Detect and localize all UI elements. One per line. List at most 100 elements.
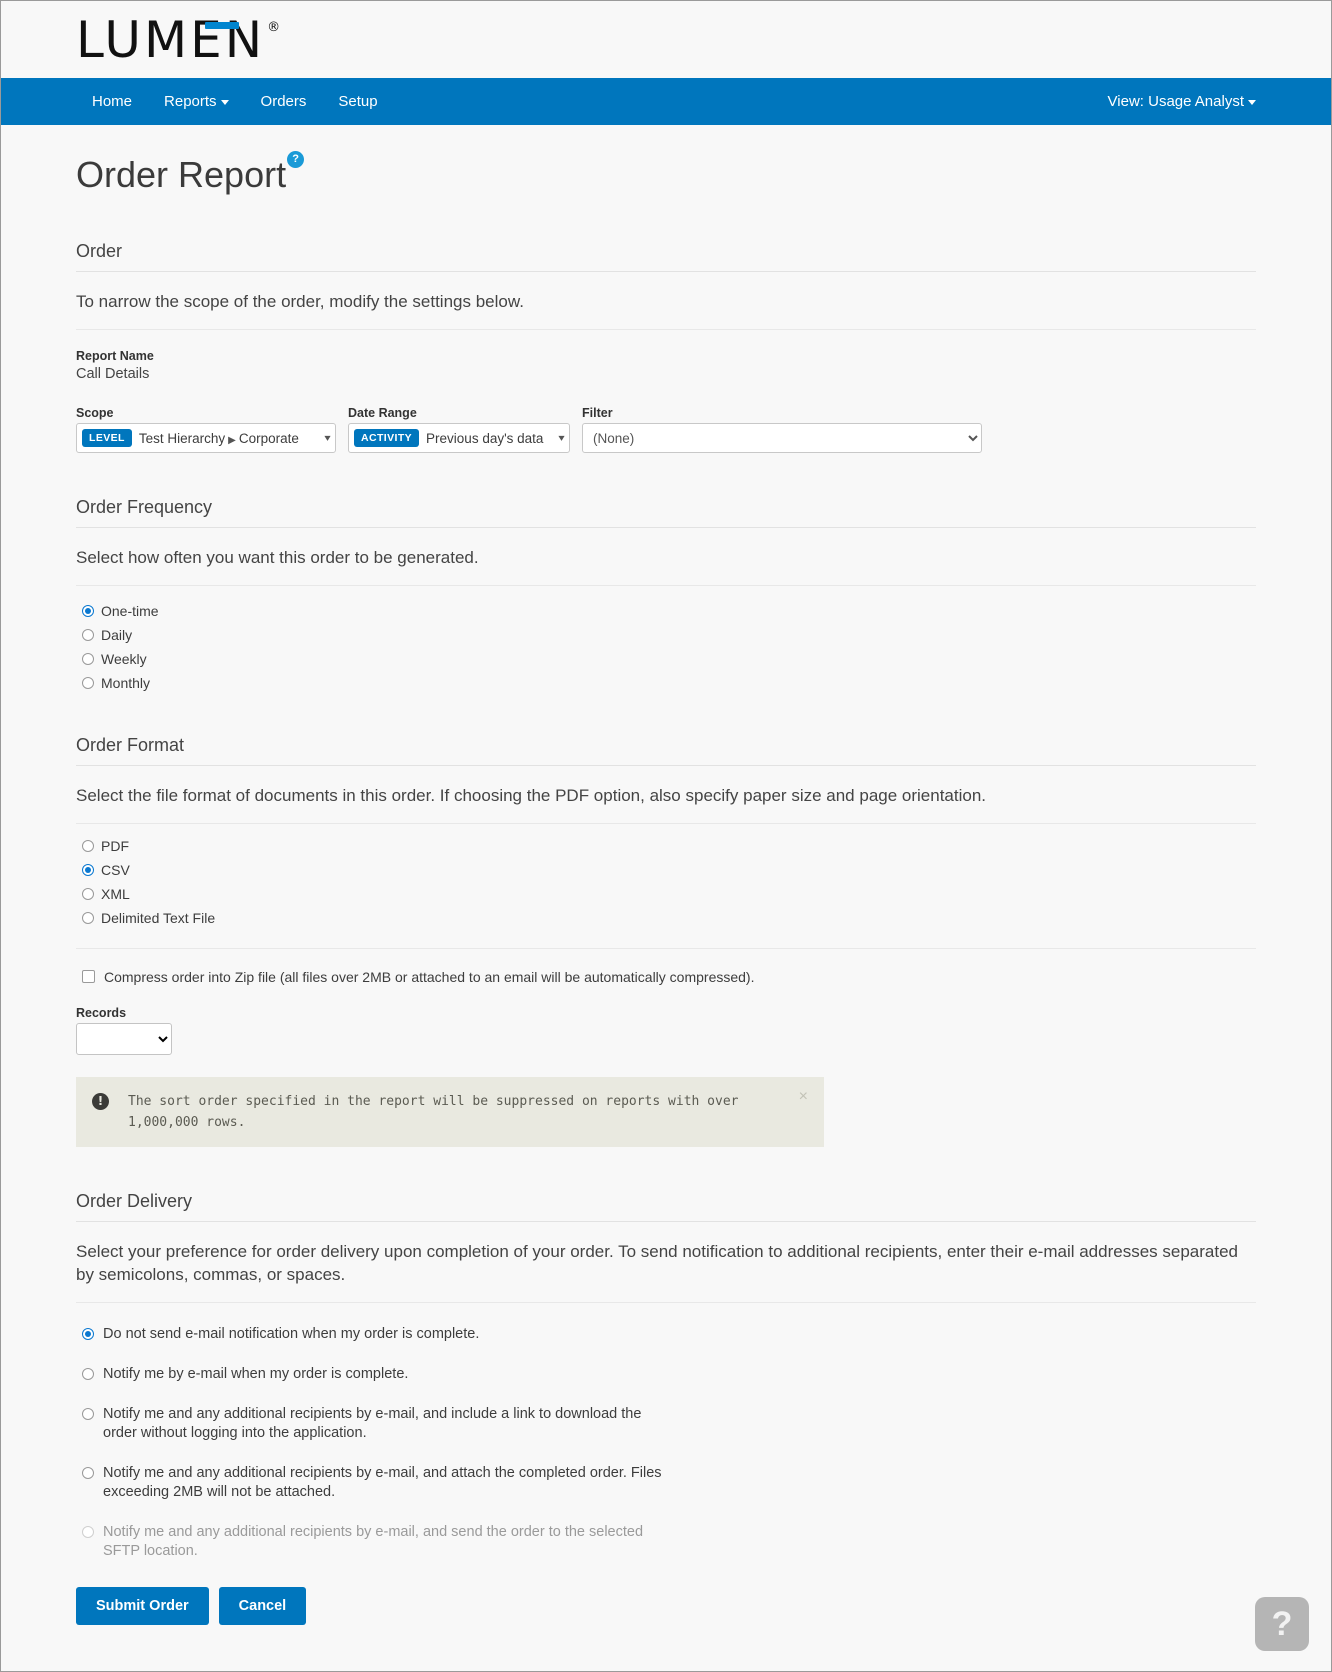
report-name-block: Report Name Call Details [76,349,1256,382]
nav-item-home[interactable]: Home [76,78,148,125]
format-option-xml[interactable]: XML [76,886,1256,902]
nav-item-setup[interactable]: Setup [322,78,393,125]
format-option-label: PDF [101,838,129,854]
lumen-logo[interactable]: LUMEN ® [76,14,280,66]
delivery-option-notify-with-attachment[interactable]: Notify me and any additional recipients … [76,1464,1256,1502]
nav-item-home-label: Home [92,93,133,110]
section-heading-frequency: Order Frequency [76,497,1256,528]
close-icon[interactable]: × [799,1089,808,1105]
help-icon[interactable]: ? [287,151,305,168]
page-content: Order Report? Order To narrow the scope … [1,125,1331,1655]
nav-item-orders-label: Orders [260,93,307,110]
radio-indicator[interactable] [82,1368,94,1380]
logo-text: LUMEN [76,10,266,69]
date-range-dropdown[interactable]: ACTIVITY Previous day's data ▾ [348,423,570,453]
filter-select[interactable]: (None) [582,423,982,453]
format-option-delimited-text[interactable]: Delimited Text File [76,910,1256,926]
radio-indicator[interactable] [82,912,94,924]
registered-mark: ® [267,19,281,35]
delivery-option-label: Do not send e-mail notification when my … [103,1326,480,1342]
radio-indicator[interactable] [82,1408,94,1420]
page-title: Order Report? [76,151,305,197]
compress-zip-checkbox[interactable] [82,970,95,983]
delivery-option-no-email[interactable]: Do not send e-mail notification when my … [76,1325,1256,1344]
chevron-down-icon [220,99,229,105]
chevron-down-icon: ▾ [558,432,565,444]
scope-dropdown[interactable]: LEVEL Test Hierarchy ▶ Corporate ▾ [76,423,336,453]
chevron-down-icon [1248,99,1256,105]
radio-indicator[interactable] [82,605,94,617]
scope-label: Scope [76,406,114,420]
activity-tag: ACTIVITY [354,429,420,447]
section-description-frequency: Select how often you want this order to … [76,528,1256,586]
section-description-format: Select the file format of documents in t… [76,766,1256,824]
format-option-label: XML [101,886,130,902]
delivery-option-notify-me[interactable]: Notify me by e-mail when my order is com… [76,1365,1256,1384]
records-select[interactable] [76,1023,172,1055]
radio-indicator[interactable] [82,677,94,689]
delivery-option-label: Notify me and any additional recipients … [103,1465,662,1500]
delivery-option-label: Notify me by e-mail when my order is com… [103,1366,409,1382]
delivery-radio-group: Do not send e-mail notification when my … [76,1303,1256,1561]
radio-indicator[interactable] [82,653,94,665]
frequency-option-monthly[interactable]: Monthly [76,675,1256,691]
radio-indicator[interactable] [82,1526,94,1538]
frequency-option-label: Monthly [101,675,151,691]
section-heading-delivery: Order Delivery [76,1191,1256,1222]
exclamation-icon: ! [92,1093,109,1110]
masthead: LUMEN ® [1,1,1331,78]
nav-right: View: Usage Analyst [1108,78,1256,125]
scope-value: Test Hierarchy ▶ Corporate [139,431,319,446]
scope-value-leaf: Corporate [238,430,299,446]
radio-indicator[interactable] [82,840,94,852]
compress-zip-checkbox-row[interactable]: Compress order into Zip file (all files … [76,968,1256,986]
frequency-radio-group: One-time Daily Weekly Monthly [76,586,1256,691]
delivery-option-notify-sftp[interactable]: Notify me and any additional recipients … [76,1523,1256,1561]
radio-indicator[interactable] [82,629,94,641]
main-navbar: Home Reports Orders Setup View: Usage An… [1,78,1331,125]
frequency-option-weekly[interactable]: Weekly [76,651,1256,667]
form-actions: Submit Order Cancel [76,1587,1256,1655]
submit-order-button[interactable]: Submit Order [76,1587,209,1625]
hierarchy-arrow-icon: ▶ [228,434,236,446]
frequency-option-label: Weekly [101,651,147,667]
scope-value-root: Test Hierarchy [138,430,226,446]
floating-help-button[interactable]: ? [1255,1597,1309,1651]
format-option-pdf[interactable]: PDF [76,838,1256,854]
format-option-csv[interactable]: CSV [76,862,1256,878]
level-tag: LEVEL [82,429,132,447]
delivery-option-notify-with-link[interactable]: Notify me and any additional recipients … [76,1405,1256,1443]
radio-indicator[interactable] [82,864,94,876]
format-radio-group: PDF CSV XML Delimited Text File [76,824,1256,949]
nav-item-reports[interactable]: Reports [148,78,245,125]
sort-order-alert: ! The sort order specified in the report… [76,1077,824,1147]
view-selector[interactable]: View: Usage Analyst [1108,78,1256,125]
compress-zip-label: Compress order into Zip file (all files … [104,969,755,985]
section-description-delivery: Select your preference for order deliver… [76,1222,1256,1303]
frequency-option-label: Daily [101,627,133,643]
frequency-option-daily[interactable]: Daily [76,627,1256,643]
scope-controls-row: Scope LEVEL Test Hierarchy ▶ Corporate ▾ D… [76,406,1256,453]
radio-indicator[interactable] [82,888,94,900]
frequency-option-label: One-time [101,603,159,619]
filter-control: Filter (None) [582,406,982,453]
frequency-option-one-time[interactable]: One-time [76,603,1256,619]
format-option-label: CSV [101,862,130,878]
radio-indicator[interactable] [82,1328,94,1340]
date-range-label: Date Range [348,406,417,420]
section-description-order: To narrow the scope of the order, modify… [76,272,1256,330]
delivery-option-label: Notify me and any additional recipients … [103,1524,644,1559]
radio-indicator[interactable] [82,1467,94,1479]
report-name-label: Report Name [76,349,154,363]
cancel-button[interactable]: Cancel [218,1587,307,1625]
section-heading-order: Order [76,241,1256,272]
delivery-option-label: Notify me and any additional recipients … [103,1406,642,1441]
date-range-value: Previous day's data [426,430,544,446]
nav-item-orders[interactable]: Orders [245,78,323,125]
view-selector-label: View: Usage Analyst [1107,93,1244,110]
alert-message: The sort order specified in the report w… [128,1094,739,1130]
nav-item-setup-label: Setup [338,93,378,110]
logo-wordmark: LUMEN [76,14,265,66]
scope-control: Scope LEVEL Test Hierarchy ▶ Corporate ▾ [76,406,336,453]
section-heading-format: Order Format [76,735,1256,766]
